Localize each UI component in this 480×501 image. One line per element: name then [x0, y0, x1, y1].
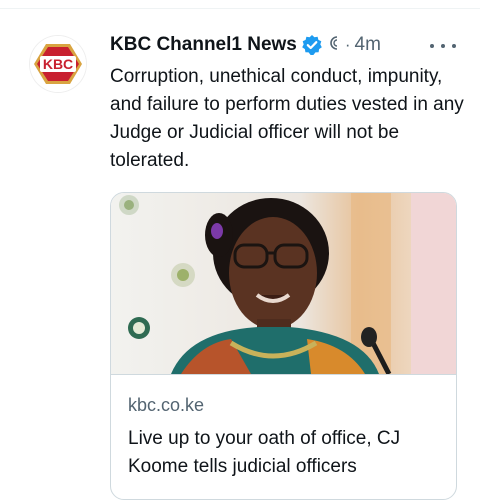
separator-dot: ·	[344, 35, 351, 54]
more-options-icon[interactable]	[430, 41, 456, 51]
account-name[interactable]: KBC Channel1 News	[110, 34, 297, 56]
logo-text: KBC	[43, 56, 73, 72]
verified-badge-icon	[301, 34, 323, 56]
card-domain[interactable]: kbc.co.ke	[128, 395, 204, 416]
affiliate-icon[interactable]	[327, 35, 341, 56]
timestamp[interactable]: 4m	[355, 34, 381, 56]
tweet-text: Corruption, unethical conduct, impunity,…	[110, 66, 464, 171]
top-divider	[0, 0, 480, 9]
tweet[interactable]: KBC KBC Channel1 News · 4m Corruption, u…	[0, 9, 480, 501]
card-image[interactable]	[111, 193, 456, 376]
avatar[interactable]: KBC	[29, 35, 87, 93]
kbc-logo-icon: KBC	[30, 36, 86, 92]
card-title[interactable]: Live up to your oath of office, CJ Koome…	[128, 425, 448, 481]
tweet-header: KBC Channel1 News · 4m	[110, 33, 381, 57]
link-card[interactable]: kbc.co.ke Live up to your oath of office…	[110, 192, 457, 500]
